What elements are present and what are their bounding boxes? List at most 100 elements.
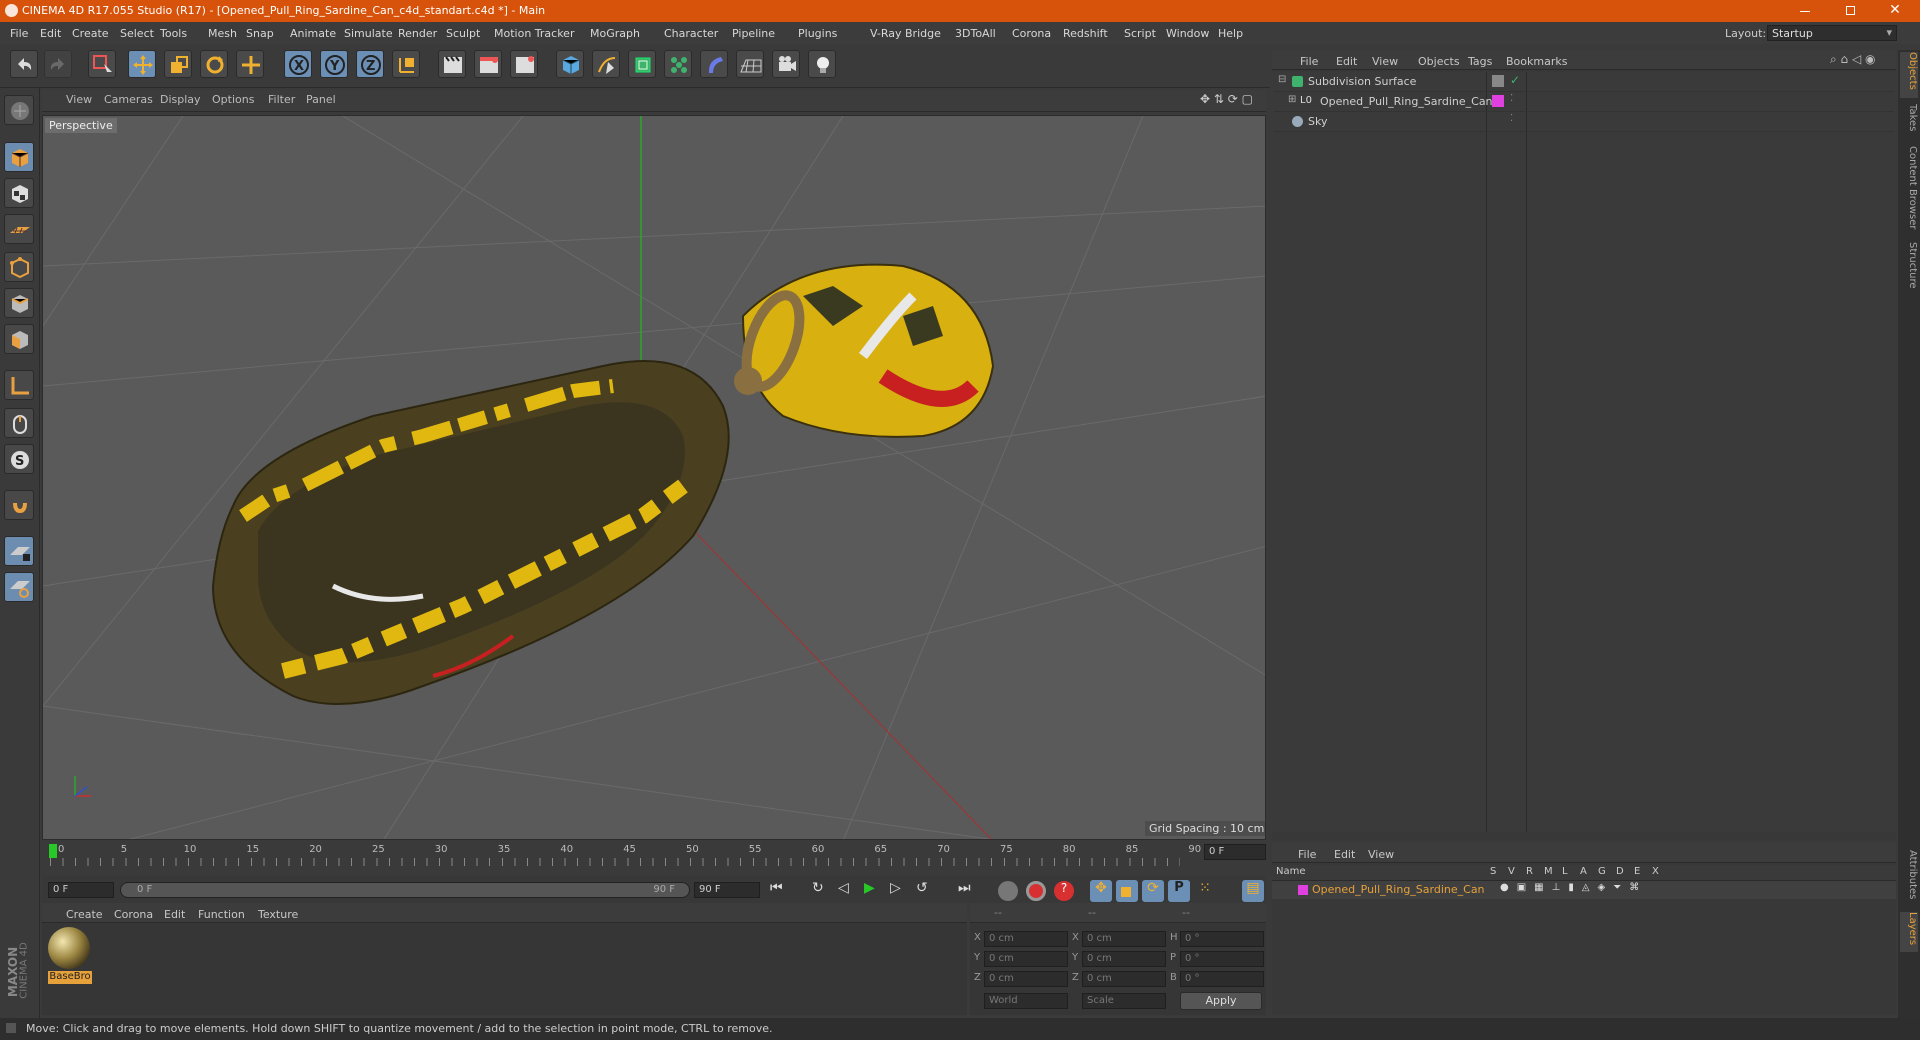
menu-character[interactable]: Character (664, 27, 718, 40)
layer-menu-file[interactable]: File (1298, 848, 1316, 861)
menu-edit[interactable]: Edit (40, 27, 61, 40)
tweak-mode-button[interactable] (4, 408, 34, 438)
object-menu-view[interactable]: View (1372, 55, 1398, 68)
material-menu-corona[interactable]: Corona (114, 908, 153, 921)
rotate-tool-button[interactable] (200, 50, 228, 78)
layer-column-v[interactable]: V (1508, 866, 1515, 877)
rotation-field[interactable]: 0 ° (1180, 951, 1264, 967)
menu-window[interactable]: Window (1166, 27, 1209, 40)
checkmark-icon[interactable]: ✓ (1510, 73, 1520, 87)
size-field[interactable]: 0 cm (1082, 971, 1166, 987)
menu-redshift[interactable]: Redshift (1063, 27, 1108, 40)
tab-attributes[interactable]: Attributes (1900, 850, 1918, 906)
frame-range-slider[interactable]: 0 F 90 F (120, 882, 690, 898)
transform-tool-button[interactable] (236, 50, 264, 78)
coordinate-system-button[interactable] (392, 50, 420, 78)
key-scale-icon[interactable] (1116, 880, 1138, 902)
rotation-field[interactable]: 0 ° (1180, 971, 1264, 987)
tab-layers[interactable]: Layers (1900, 912, 1918, 952)
camera-object-button[interactable] (772, 50, 800, 78)
edges-mode-button[interactable] (4, 288, 34, 318)
previous-frame-button[interactable]: ◁ (838, 880, 862, 902)
timeline-end-field[interactable]: 0 F (1204, 844, 1266, 860)
layer-column-r[interactable]: R (1526, 866, 1533, 877)
loop-forward-button[interactable]: ↺ (916, 880, 940, 902)
light-object-button[interactable] (808, 50, 836, 78)
visibility-dots-icon[interactable]: ⁚ (1510, 93, 1513, 104)
menu-plugins[interactable]: Plugins (798, 27, 837, 40)
layer-column-m[interactable]: M (1544, 866, 1553, 877)
viewport-menu-display[interactable]: Display (160, 93, 201, 106)
layer-menu-edit[interactable]: Edit (1334, 848, 1355, 861)
deformer-button[interactable] (700, 50, 728, 78)
menu-3dtoall[interactable]: 3DToAll (955, 27, 996, 40)
render-view-button[interactable] (438, 50, 466, 78)
camera-label[interactable]: Perspective (45, 118, 117, 133)
go-to-end-button[interactable]: ⏭ (958, 880, 982, 902)
object-menu-edit[interactable]: Edit (1336, 55, 1357, 68)
polygons-mode-button[interactable] (4, 324, 34, 354)
menu-help[interactable]: Help (1218, 27, 1243, 40)
expand-icon[interactable]: ⊞ (1288, 94, 1296, 105)
menu-file[interactable]: File (10, 27, 28, 40)
layer-row[interactable]: Opened_Pull_Ring_Sardine_Can ●▣▦⊥▮◬◈⏷⌘ (1272, 881, 1896, 899)
material-menu-edit[interactable]: Edit (164, 908, 185, 921)
layer-column-x[interactable]: X (1652, 866, 1659, 877)
menu-simulate[interactable]: Simulate (344, 27, 393, 40)
menu-tools[interactable]: Tools (160, 27, 187, 40)
menu-animate[interactable]: Animate (290, 27, 336, 40)
magnet-button[interactable] (4, 490, 34, 520)
points-mode-button[interactable] (4, 252, 34, 282)
layer-color-swatch[interactable] (1298, 885, 1308, 895)
viewport-menu-cameras[interactable]: Cameras (104, 93, 153, 106)
object-row-sardine-can[interactable]: ⊞ L0 Opened_Pull_Ring_Sardine_Can ⁚ (1274, 92, 1894, 112)
go-to-start-button[interactable]: ⏮ (770, 880, 794, 902)
object-menu-file[interactable]: File (1300, 55, 1318, 68)
start-frame-field[interactable]: 0 F (48, 882, 114, 898)
workplane-mode-button[interactable] (4, 214, 34, 244)
loop-button[interactable]: ↻ (812, 880, 836, 902)
pen-spline-button[interactable] (592, 50, 620, 78)
layer-column-s[interactable]: S (1490, 866, 1496, 877)
playhead[interactable] (49, 844, 57, 858)
planar-workplane-button[interactable] (4, 572, 34, 602)
menu-render[interactable]: Render (398, 27, 437, 40)
viewport-menu-options[interactable]: Options (212, 93, 254, 106)
material-menu-function[interactable]: Function (198, 908, 245, 921)
object-row-subdivision-surface[interactable]: ⊟ Subdivision Surface ✓ (1274, 72, 1894, 92)
tab-takes[interactable]: Takes (1900, 104, 1918, 140)
size-field[interactable]: 0 cm (1082, 931, 1166, 947)
scale-tool-button[interactable] (164, 50, 192, 78)
play-button[interactable]: ▶ (864, 880, 888, 902)
x-axis-lock-button[interactable]: X (284, 50, 312, 78)
key-rotation-icon[interactable]: ⟳ (1142, 880, 1164, 902)
menu-v-ray-bridge[interactable]: V-Ray Bridge (870, 27, 941, 40)
live-selection-button[interactable] (88, 50, 116, 78)
cube-object-button[interactable] (556, 50, 584, 78)
edit-render-tag-icon[interactable] (1492, 75, 1504, 87)
position-field[interactable]: 0 cm (984, 951, 1068, 967)
object-row-sky[interactable]: Sky ⁚ (1274, 112, 1894, 132)
material-menu-texture[interactable]: Texture (258, 908, 298, 921)
tab-structure[interactable]: Structure (1900, 242, 1918, 298)
render-picture-viewer-button[interactable] (474, 50, 502, 78)
position-field[interactable]: 0 cm (984, 971, 1068, 987)
y-axis-lock-button[interactable]: Y (320, 50, 348, 78)
key-position-icon[interactable]: ✥ (1090, 880, 1112, 902)
end-frame-field[interactable]: 90 F (694, 882, 760, 898)
lock-workplane-button[interactable] (4, 536, 34, 566)
object-menu-bookmarks[interactable]: Bookmarks (1506, 55, 1567, 68)
viewport-menu-panel[interactable]: Panel (306, 93, 336, 106)
object-menu-objects[interactable]: Objects (1418, 55, 1460, 68)
model-mode-button[interactable] (4, 142, 34, 172)
menu-select[interactable]: Select (120, 27, 154, 40)
timeline-ruler[interactable]: 0 F 0 5 10 15 20 25 30 35 40 45 50 55 60 65 70 75 80 85 90 (42, 842, 1266, 876)
motion-path-icon[interactable] (998, 881, 1018, 901)
undo-button[interactable] (10, 50, 38, 78)
tab-objects[interactable]: Objects (1900, 52, 1918, 98)
menu-motion-tracker[interactable]: Motion Tracker (494, 27, 574, 40)
layout-dropdown[interactable]: Startup ▾ (1767, 25, 1897, 41)
z-axis-lock-button[interactable]: Z (356, 50, 384, 78)
menu-mesh[interactable]: Mesh (208, 27, 237, 40)
key-parameter-icon[interactable]: P (1168, 880, 1190, 902)
